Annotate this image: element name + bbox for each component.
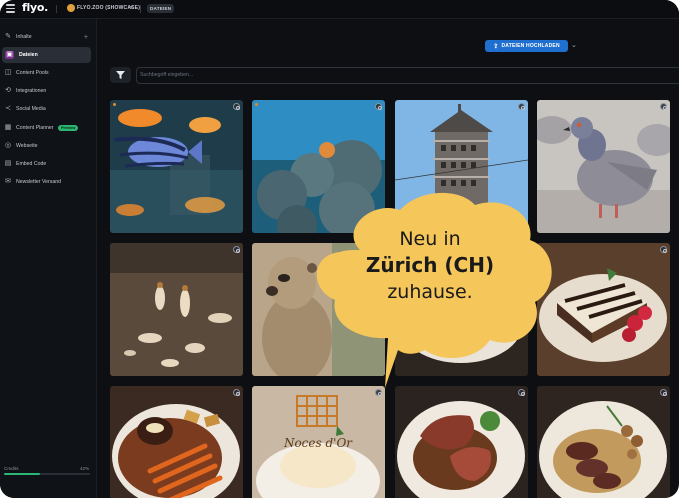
app-logo: flyo.: [22, 1, 48, 14]
filter-icon: [116, 71, 125, 79]
sidebar-item-label: Newsletter Versand: [16, 179, 61, 185]
integration-icon: ⟲: [5, 87, 11, 94]
upload-label: DATEIEN HOCHLADEN: [501, 43, 560, 49]
select-checkbox[interactable]: [375, 389, 382, 396]
sidebar-item-embed-code[interactable]: ▤ Embed Code: [0, 156, 96, 172]
select-checkbox[interactable]: [660, 246, 667, 253]
sidebar-item-label: Inhalte: [16, 34, 32, 40]
select-checkbox[interactable]: [660, 389, 667, 396]
sidebar-item-webseite[interactable]: ◎ Webseite: [0, 138, 96, 154]
sidebar-item-label: Dateien: [19, 52, 38, 58]
search-input[interactable]: Suchbegriff eingeben...: [136, 67, 679, 84]
sidebar-item-newsletter[interactable]: ✉ Newsletter Versand: [0, 174, 96, 190]
globe-icon: ◎: [4, 142, 12, 149]
status-dot: [255, 103, 258, 106]
duck-image: [537, 386, 670, 498]
divider: [56, 5, 57, 13]
sidebar-item-social-media[interactable]: ≺ Social Media: [0, 101, 96, 117]
select-checkbox[interactable]: [233, 246, 240, 253]
sidebar-item-label: Content Planner: [16, 125, 54, 131]
sidebar-item-dateien[interactable]: ▣ Dateien: [2, 47, 91, 63]
divider: [140, 5, 141, 13]
preview-badge: Preview: [58, 125, 79, 131]
sidebar-item-label: Social Media: [16, 106, 46, 112]
filter-button[interactable]: [110, 67, 131, 83]
search-placeholder: Suchbegriff eingeben...: [140, 72, 194, 78]
sidebar-item-integrationen[interactable]: ⟲ Integrationen: [0, 83, 96, 99]
select-checkbox[interactable]: [233, 103, 240, 110]
upload-button[interactable]: ⇪ DATEIEN HOCHLADEN: [485, 40, 568, 52]
image-tile-termites[interactable]: [110, 243, 243, 376]
steak-sauce-image: [395, 386, 528, 498]
mail-icon: ✉: [5, 178, 11, 185]
image-tile-noces-dor[interactable]: Noces d'Or: [252, 386, 385, 498]
sidebar-item-inhalte[interactable]: ✎ Inhalte +: [0, 29, 96, 45]
select-checkbox[interactable]: [518, 103, 525, 110]
sidebar-item-label: Integrationen: [16, 88, 47, 94]
image-tile-duck-mushrooms[interactable]: [537, 386, 670, 498]
image-tile-steak-carrots[interactable]: [110, 386, 243, 498]
edit-icon: ✎: [5, 33, 11, 40]
bubble-line-3: zuhause.: [387, 281, 473, 303]
code-icon: ▤: [4, 160, 12, 167]
speech-bubble: Neu in Zürich (CH) zuhause.: [300, 190, 560, 390]
top-bar: flyo. FLYO.ZOO (SHOWCASE) ▾ DATEIEN: [0, 0, 679, 19]
bubble-line-2: Zürich (CH): [365, 253, 495, 277]
pool-icon: ◫: [4, 69, 12, 76]
plus-icon[interactable]: +: [84, 34, 88, 41]
app-window: flyo. FLYO.ZOO (SHOWCASE) ▾ DATEIEN ✎ In…: [0, 0, 679, 498]
sidebar-item-label: Embed Code: [16, 161, 47, 167]
select-checkbox[interactable]: [233, 389, 240, 396]
breadcrumb: DATEIEN: [147, 4, 175, 13]
share-icon: ≺: [5, 105, 11, 112]
termites-image: [110, 243, 243, 376]
calendar-icon: ▦: [4, 124, 12, 131]
chevron-down-icon[interactable]: ⌄: [571, 41, 577, 49]
image-tile-steak-sauce[interactable]: [395, 386, 528, 498]
select-checkbox[interactable]: [518, 389, 525, 396]
sidebar-item-content-planner[interactable]: ▦ Content Planner Preview: [0, 120, 96, 136]
image-icon: ▣: [5, 51, 14, 59]
steak-image: [110, 386, 243, 498]
sidebar-item-label: Content Pools: [16, 70, 49, 76]
credits-progress-fill: [4, 473, 41, 475]
status-dot: [113, 103, 116, 106]
select-checkbox[interactable]: [375, 103, 382, 110]
credits-progress: [4, 473, 90, 475]
sidebar-item-label: Webseite: [16, 143, 38, 149]
sidebar: ✎ Inhalte + ▣ Dateien ◫ Content Pools ⟲ …: [0, 19, 97, 498]
dessert-label: Noces d'Or: [283, 436, 353, 450]
chevron-down-icon[interactable]: ▾: [130, 4, 133, 11]
upload-icon: ⇪: [493, 43, 499, 50]
select-checkbox[interactable]: [660, 103, 667, 110]
bubble-line-1: Neu in: [399, 228, 461, 250]
image-tile-aquarium-fish[interactable]: [110, 100, 243, 233]
menu-icon[interactable]: [6, 4, 15, 13]
credits-percent: 42%: [80, 466, 90, 471]
credits-label: Credits: [4, 466, 19, 471]
workspace-avatar[interactable]: [67, 4, 75, 12]
sidebar-item-content-pools[interactable]: ◫ Content Pools: [0, 65, 96, 81]
fish-image: [110, 100, 243, 233]
